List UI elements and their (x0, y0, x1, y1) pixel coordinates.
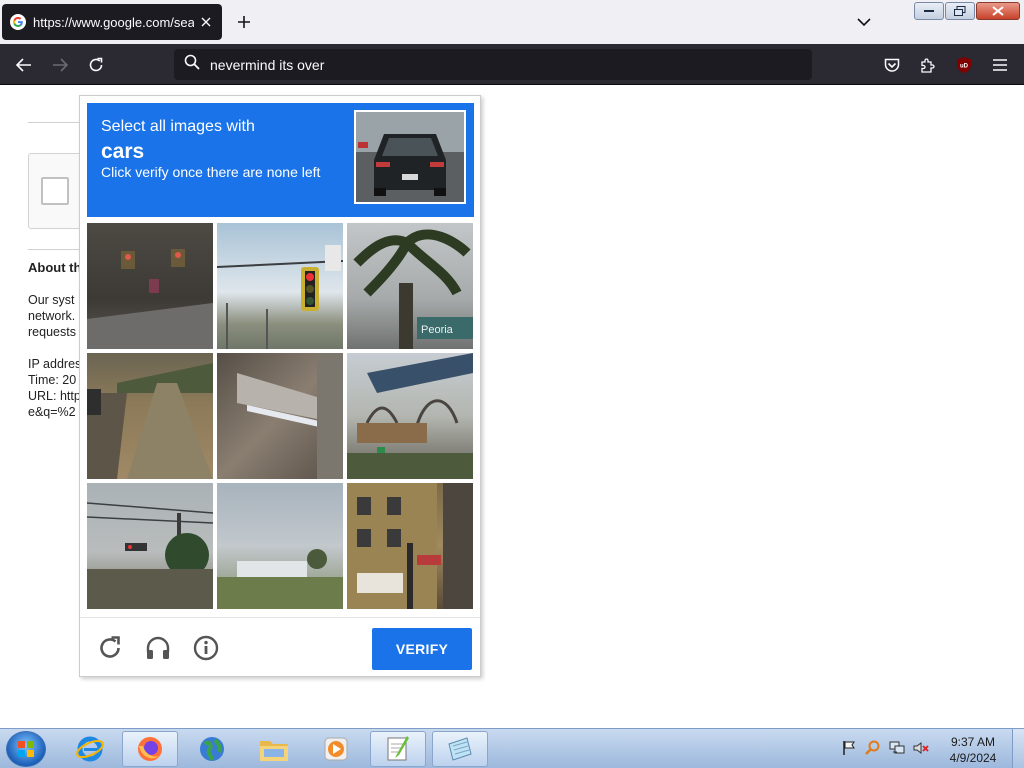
challenge-header: Select all images with cars Click verify… (87, 103, 474, 217)
image-grid: Peoria (87, 223, 474, 610)
svg-text:Peoria: Peoria (421, 324, 454, 336)
tab-title: https://www.google.com/search (33, 14, 194, 30)
windows-taskbar: 9:37 AM 4/9/2024 (0, 728, 1024, 768)
restore-button[interactable] (945, 2, 975, 20)
recaptcha-checkbox[interactable] (41, 177, 69, 205)
volume-muted-icon[interactable] (912, 739, 930, 757)
instruction-text: Select all images with (101, 118, 255, 135)
navigation-toolbar: uD (0, 44, 1024, 85)
notepad-icon[interactable] (432, 731, 488, 767)
target-object: cars (101, 140, 145, 163)
svg-text:uD: uD (960, 64, 969, 70)
grid-tile-8[interactable] (217, 483, 343, 609)
ublock-origin-icon[interactable]: uD (951, 52, 977, 78)
internet-explorer-icon[interactable] (62, 731, 118, 767)
challenge-footer: VERIFY (80, 617, 480, 677)
grid-tile-7[interactable] (87, 483, 213, 609)
file-explorer-icon[interactable] (246, 731, 302, 767)
media-player-icon[interactable] (308, 731, 364, 767)
grid-tile-5[interactable] (217, 353, 343, 479)
taskbar-clock[interactable]: 9:37 AM 4/9/2024 (940, 734, 1006, 766)
arrow-left-icon[interactable] (11, 52, 37, 78)
pocket-icon[interactable] (879, 52, 905, 78)
about-heading: About th (28, 260, 82, 275)
notepad-plus-icon[interactable] (370, 731, 426, 767)
google-g-icon (10, 14, 26, 30)
grid-tile-1[interactable] (87, 223, 213, 349)
grid-tile-9[interactable] (347, 483, 473, 609)
reload-icon[interactable] (83, 52, 109, 78)
browser-tab-active[interactable]: https://www.google.com/search (2, 4, 222, 40)
close-window-button[interactable] (976, 2, 1020, 20)
search-icon (184, 54, 200, 75)
firefox-icon[interactable] (122, 731, 178, 767)
tab-strip: https://www.google.com/search (0, 0, 1024, 44)
clock-time: 9:37 AM (950, 735, 996, 749)
system-tray (840, 739, 930, 757)
grid-tile-6[interactable] (347, 353, 473, 479)
plus-icon[interactable] (234, 12, 254, 32)
close-icon[interactable] (198, 14, 214, 30)
reload-icon[interactable] (96, 634, 124, 662)
clock-date: 4/9/2024 (949, 751, 997, 765)
grid-tile-4[interactable] (87, 353, 213, 479)
arrow-right-icon[interactable] (47, 52, 73, 78)
window-controls (914, 2, 1020, 20)
network-globe-icon[interactable] (184, 731, 240, 767)
verify-button[interactable]: VERIFY (372, 628, 472, 670)
captcha-challenge: Select all images with cars Click verify… (79, 95, 481, 677)
grid-tile-3[interactable]: Peoria (347, 223, 473, 349)
hamburger-menu-icon[interactable] (987, 52, 1013, 78)
instruction-subtext: Click verify once there are none left (101, 164, 321, 180)
grid-tile-2[interactable] (217, 223, 343, 349)
info-icon[interactable] (192, 634, 220, 662)
action-center-flag-icon[interactable] (840, 739, 858, 757)
headphones-icon[interactable] (144, 634, 172, 662)
magnifier-icon[interactable] (864, 739, 882, 757)
minimize-button[interactable] (914, 2, 944, 20)
network-icon[interactable] (888, 739, 906, 757)
chevron-down-icon[interactable] (854, 12, 874, 32)
address-bar[interactable] (174, 49, 812, 80)
address-input[interactable] (210, 56, 770, 73)
sample-image-car (354, 110, 466, 204)
start-button[interactable] (6, 731, 46, 767)
puzzle-icon[interactable] (915, 52, 941, 78)
show-desktop-button[interactable] (1012, 729, 1024, 768)
